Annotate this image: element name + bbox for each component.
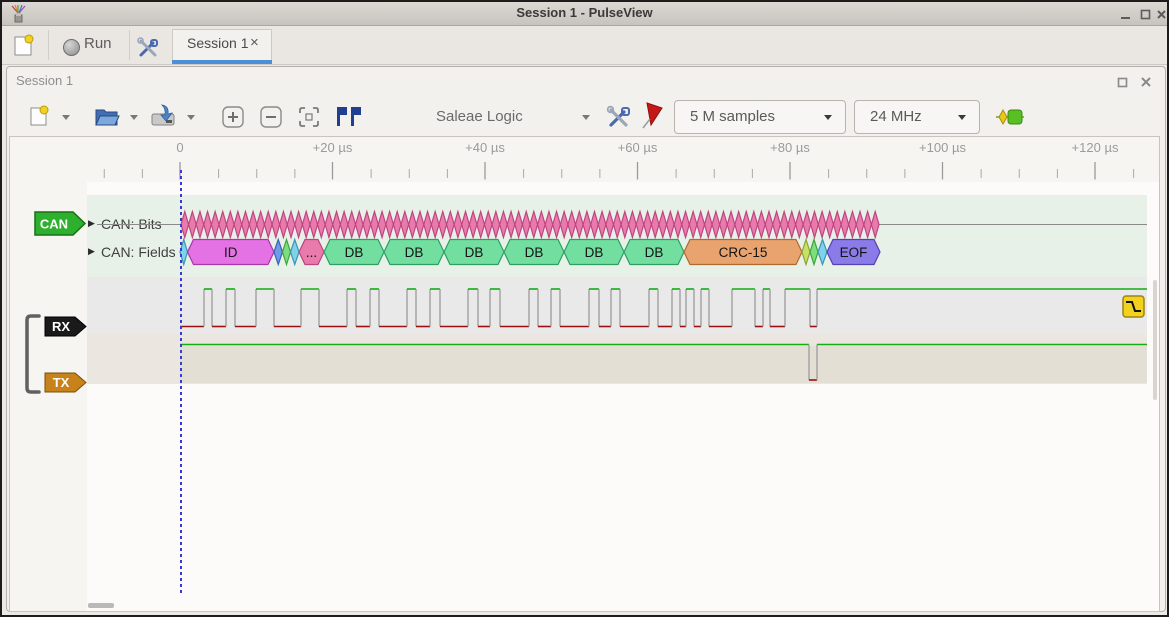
subwindow-close-button[interactable] xyxy=(1139,75,1153,89)
tab-label[interactable]: Session 1 xyxy=(187,35,248,51)
session-subwindow-title: Session 1 xyxy=(16,73,73,88)
run-indicator-icon xyxy=(63,39,80,56)
save-dropdown[interactable] xyxy=(187,115,195,124)
trigger-badge-falling-edge[interactable] xyxy=(1122,295,1145,318)
window-title: Session 1 - PulseView xyxy=(2,5,1167,20)
decoder-trace-row[interactable] xyxy=(87,195,1147,277)
sample-count-dropdown[interactable] xyxy=(824,115,832,124)
horizontal-scrollbar[interactable] xyxy=(88,603,114,608)
zoom-in-button[interactable] xyxy=(221,105,245,129)
vertical-scrollbar[interactable] xyxy=(1153,280,1157,400)
device-config-icon[interactable] xyxy=(605,104,632,131)
tab-close-icon[interactable]: × xyxy=(250,34,259,51)
maximize-button[interactable] xyxy=(1139,8,1152,21)
svg-text:CAN: CAN xyxy=(40,217,68,232)
ruler-tick-label: +40 µs xyxy=(465,140,505,155)
decoder-row-fields-label[interactable]: CAN: Fields xyxy=(101,244,176,260)
sample-rate-value[interactable]: 24 MHz xyxy=(870,108,922,125)
pulseview-window: Session 1 - PulseView Run Session 1 × Se… xyxy=(0,0,1169,617)
new-file-dropdown[interactable] xyxy=(62,115,70,124)
sample-rate-dropdown[interactable] xyxy=(958,115,966,124)
ruler-tick-label: +20 µs xyxy=(313,140,353,155)
device-selector-dropdown[interactable] xyxy=(582,115,590,124)
ruler-tick-label: 0 xyxy=(176,140,183,155)
new-file-button[interactable] xyxy=(29,105,51,128)
channel-group-bracket[interactable] xyxy=(24,312,44,396)
toolbar-separator xyxy=(129,30,130,60)
svg-text:TX: TX xyxy=(53,375,70,390)
svg-text:RX: RX xyxy=(52,319,70,334)
channel-tag-tx[interactable]: TX xyxy=(44,372,88,394)
sample-count-value[interactable]: 5 M samples xyxy=(690,108,775,125)
tab-active-indicator xyxy=(172,60,272,64)
save-button[interactable] xyxy=(150,104,178,128)
decoder-tag-can[interactable]: CAN xyxy=(34,211,87,237)
titlebar[interactable]: Session 1 - PulseView xyxy=(2,2,1167,26)
add-decoder-button[interactable] xyxy=(995,108,1025,126)
expand-arrow-icon[interactable]: ▶ xyxy=(88,246,95,257)
open-file-button[interactable] xyxy=(94,105,120,127)
tx-trace-fill xyxy=(180,346,1147,383)
trigger-marker-icon[interactable] xyxy=(336,106,362,128)
ruler-tick-label: +120 µs xyxy=(1072,140,1119,155)
zoom-fit-button[interactable] xyxy=(297,105,321,129)
rx-trace-row[interactable] xyxy=(87,277,1147,334)
decoder-row-bits-label[interactable]: CAN: Bits xyxy=(101,216,162,232)
time-cursor[interactable] xyxy=(180,170,182,594)
ruler-tick-label: +80 µs xyxy=(770,140,810,155)
device-selector[interactable]: Saleae Logic xyxy=(436,108,523,125)
subwindow-restore-button[interactable] xyxy=(1116,76,1129,89)
channel-tag-rx[interactable]: RX xyxy=(44,316,88,338)
close-button[interactable] xyxy=(1155,8,1168,21)
minimize-button[interactable] xyxy=(1119,8,1132,21)
run-button[interactable]: Run xyxy=(84,35,112,52)
zoom-out-button[interactable] xyxy=(259,105,283,129)
new-session-button[interactable] xyxy=(12,34,35,57)
expand-arrow-icon[interactable]: ▶ xyxy=(88,218,95,229)
ruler-tick-label: +100 µs xyxy=(919,140,966,155)
settings-icon[interactable] xyxy=(136,36,160,60)
open-file-dropdown[interactable] xyxy=(130,115,138,124)
ruler-tick-label: +60 µs xyxy=(618,140,658,155)
probe-icon[interactable] xyxy=(641,102,665,129)
toolbar-separator xyxy=(48,30,49,60)
